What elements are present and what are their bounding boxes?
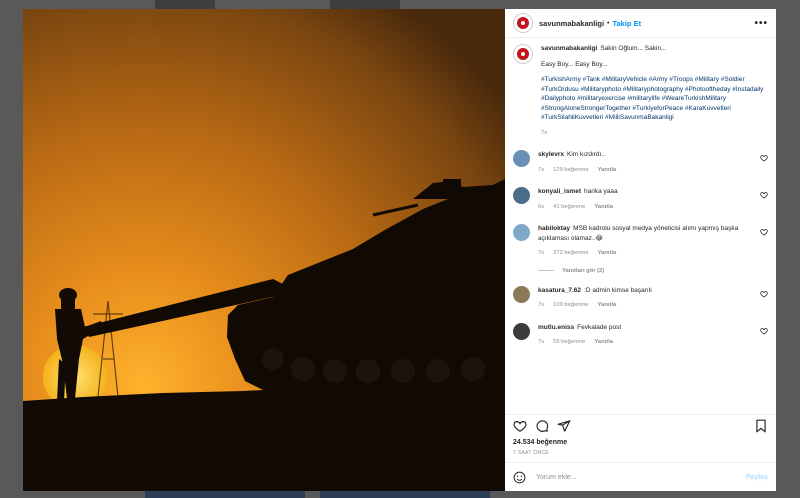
comment-text: Kim kızdırdı.. [567, 151, 605, 158]
comment-like-heart-icon[interactable] [760, 228, 768, 236]
post-caption: savunmabakanligi Sakin Oğlum... Sakin... … [513, 44, 768, 138]
post-comment-button[interactable]: Paylaş [746, 474, 768, 481]
comment-like-count[interactable]: 55 beğenme [553, 339, 585, 345]
commenter-avatar[interactable] [513, 224, 530, 241]
comment-item: konyali_ismet harika yaaa 6s 41 beğenme Yanı… [513, 187, 768, 212]
comment-meta: 7s 129 beğenme Yanıtla [538, 166, 754, 176]
add-comment-bar: Paylaş [505, 462, 776, 491]
comment-time[interactable]: 7s [538, 167, 544, 173]
reply-button[interactable]: Yanıtla [594, 339, 613, 345]
follow-button[interactable]: Takip Et [612, 19, 641, 28]
likes-count[interactable]: 24.534 beğenme [505, 437, 776, 446]
comment-body: skylevrx Kim kızdırdı.. 7s 129 beğenme Yanıt… [538, 150, 768, 175]
comment-item: mutlu.eniss Fevkalade post 7s 55 beğenme Yan… [513, 322, 768, 348]
caption-username[interactable]: savunmabakanligi [541, 45, 597, 52]
comment-thread: mutlu.eniss Fevkalade post 7s 55 beğenme Yan… [513, 322, 768, 348]
reply-button[interactable]: Yanıtla [598, 167, 617, 173]
share-send-icon[interactable] [557, 419, 571, 433]
comment-meta: 7s 55 beğenme Yanıtla [538, 338, 754, 348]
comment-text: Fevkalade post [577, 323, 622, 331]
comment-thread: konyali_ismet harika yaaa 6s 41 beğenme Yanı… [513, 187, 768, 212]
comment-body: kasatura_7.62:D admin kimse başarılı 7s 10… [538, 286, 768, 311]
caption-author-avatar[interactable] [513, 44, 533, 64]
caption-time[interactable]: 7s [541, 129, 768, 139]
comment-thread: skylevrx Kim kızdırdı.. 7s 129 beğenme Yanıt… [513, 150, 768, 175]
comment-input[interactable] [534, 472, 746, 482]
comment-time[interactable]: 7s [538, 339, 544, 345]
author-avatar[interactable] [513, 13, 533, 33]
background-feed-thumbnail [145, 490, 305, 498]
comment-body: habiloktay MSB kadrolu sosyal medya yönet… [538, 224, 768, 259]
comment-item: habiloktay MSB kadrolu sosyal medya yönet… [513, 224, 768, 259]
caption-body: savunmabakanligi Sakin Oğlum... Sakin... … [541, 44, 768, 138]
comment-meta: 7s 272 beğenme Yanıtla [538, 249, 754, 259]
more-options-icon[interactable]: ••• [754, 18, 768, 29]
caption-hashtags[interactable]: #TurkishArmy #Tank #MilitaryVehicle #Arm… [541, 75, 768, 123]
post-modal: savunmabakanligi • Takip Et ••• savunmab… [23, 9, 776, 491]
reply-button[interactable]: Yanıtla [598, 250, 617, 256]
comment-like-count[interactable]: 109 beğenme [553, 302, 588, 308]
commenter-username[interactable]: kasatura_7.62 [538, 287, 581, 294]
reply-button[interactable]: Yanıtla [594, 204, 613, 210]
commenter-username[interactable]: skylevrx [538, 151, 564, 158]
tank-silhouette-photo [23, 9, 505, 491]
comment-item: kasatura_7.62:D admin kimse başarılı 7s 10… [513, 285, 768, 311]
comment-item: skylevrx Kim kızdırdı.. 7s 129 beğenme Yanıt… [513, 150, 768, 175]
comment-like-heart-icon[interactable] [760, 290, 768, 298]
comment-like-count[interactable]: 41 beğenme [553, 204, 585, 210]
commenter-username[interactable]: mutlu.eniss [538, 324, 574, 331]
reply-button[interactable]: Yanıtla [598, 302, 617, 308]
commenter-avatar[interactable] [513, 187, 530, 204]
comment-meta: 6s 41 beğenme Yanıtla [538, 203, 754, 213]
comment-time[interactable]: 7s [538, 302, 544, 308]
post-timestamp[interactable]: 7 SAAT ÖNCE [505, 446, 776, 462]
post-actions-bar [505, 414, 776, 437]
commenter-avatar[interactable] [513, 150, 530, 167]
comment-time[interactable]: 7s [538, 250, 544, 256]
comment-body: mutlu.eniss Fevkalade post 7s 55 beğenme Yan… [538, 323, 768, 348]
comment-body: konyali_ismet harika yaaa 6s 41 beğenme Yanı… [538, 187, 768, 212]
comment-meta: 7s 109 beğenme Yanıtla [538, 301, 754, 311]
caption-line-2: Easy Boy... Easy Boy... [541, 60, 608, 68]
comment-like-count[interactable]: 129 beğenme [553, 167, 588, 173]
ministry-emblem-icon [517, 17, 529, 29]
separator-dot: • [607, 19, 610, 27]
comment-bubble-icon[interactable] [535, 419, 549, 433]
post-sidebar: savunmabakanligi • Takip Et ••• savunmab… [505, 9, 776, 491]
comment-text: :D admin kimse başarılı [584, 286, 652, 294]
caption-line-1: Sakin Oğlum... Sakin... [600, 45, 667, 52]
background-feed-thumbnail [320, 490, 490, 498]
commenter-username[interactable]: habiloktay [538, 225, 570, 232]
comments-scroll-area[interactable]: savunmabakanligi Sakin Oğlum... Sakin... … [505, 38, 776, 414]
comment-thread: habiloktay MSB kadrolu sosyal medya yönet… [513, 224, 768, 274]
ministry-emblem-icon [517, 48, 529, 60]
emoji-icon[interactable] [513, 471, 526, 484]
author-username[interactable]: savunmabakanligi [539, 19, 604, 28]
post-header: savunmabakanligi • Takip Et ••• [505, 9, 776, 38]
comment-thread: kasatura_7.62:D admin kimse başarılı 7s 10… [513, 285, 768, 311]
post-image[interactable] [23, 9, 505, 491]
bookmark-icon[interactable] [754, 419, 768, 433]
comment-like-heart-icon[interactable] [760, 327, 768, 335]
comment-like-heart-icon[interactable] [760, 154, 768, 162]
view-replies-button[interactable]: Yanıtları gör (2) [538, 268, 768, 274]
comment-like-heart-icon[interactable] [760, 191, 768, 199]
like-heart-icon[interactable] [513, 419, 527, 433]
commenter-avatar[interactable] [513, 322, 530, 340]
comment-text: harika yaaa [584, 188, 618, 195]
comment-time[interactable]: 6s [538, 204, 544, 210]
commenter-username[interactable]: konyali_ismet [538, 188, 581, 195]
comment-like-count[interactable]: 272 beğenme [553, 250, 588, 256]
commenter-avatar[interactable] [513, 285, 530, 303]
comment-list: skylevrx Kim kızdırdı.. 7s 129 beğenme Yanıt… [513, 150, 768, 348]
